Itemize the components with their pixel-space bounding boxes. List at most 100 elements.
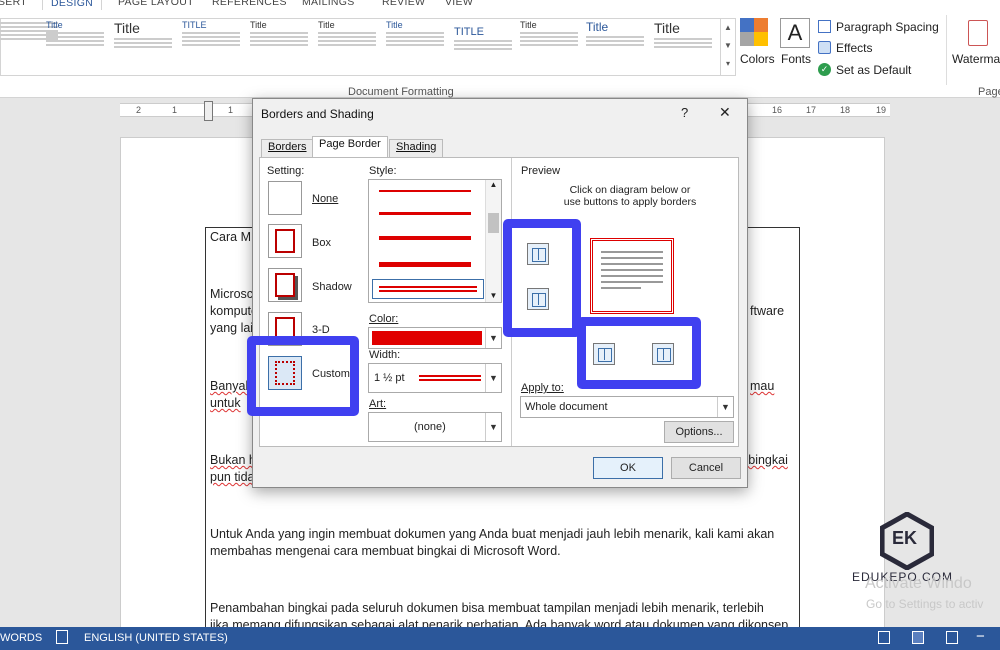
width-label: Width: (369, 349, 401, 361)
doc-text: yang lai (210, 321, 254, 335)
style-option[interactable] (379, 262, 471, 267)
preview-hint: use buttons to apply borders (563, 196, 697, 208)
doc-text: Banyak (210, 379, 252, 393)
ruler-number: 19 (876, 105, 887, 115)
tab-mailings[interactable]: MAILINGS (302, 0, 355, 8)
effects-button[interactable]: Effects (836, 41, 872, 55)
doc-text: ftware (750, 304, 785, 318)
color-label: Color: (369, 313, 399, 325)
tab-insert[interactable]: SERT (0, 0, 27, 8)
style-thumb[interactable]: Title (318, 20, 382, 74)
style-thumb[interactable]: Title (250, 20, 314, 74)
tab-references[interactable]: REFERENCES (212, 0, 287, 8)
apply-to-label: Apply to: (521, 382, 564, 394)
art-label: Art: (369, 398, 387, 410)
style-thumb[interactable]: Title (586, 20, 650, 74)
effects-icon (818, 41, 831, 54)
chevron-down-icon: ▼ (485, 364, 501, 392)
tab-page-layout[interactable]: PAGE LAYOUT (118, 0, 194, 8)
help-icon[interactable]: ? (681, 105, 688, 120)
dialog-title: Borders and Shading (261, 107, 374, 121)
tab-shading[interactable]: Shading (389, 139, 444, 157)
none-setting-icon[interactable] (268, 181, 302, 215)
style-thumb[interactable]: Title (654, 20, 718, 74)
web-layout-icon[interactable] (946, 631, 958, 644)
tab-borders[interactable]: Borders (261, 139, 314, 157)
style-thumb[interactable]: Title (46, 20, 110, 74)
preview-label: Preview (521, 165, 561, 177)
edukepo-logo: EK (879, 511, 935, 571)
zoom-out-icon[interactable]: − (976, 628, 985, 645)
box-setting-icon[interactable] (268, 224, 302, 258)
activate-windows-text: Activate Windo (865, 575, 972, 592)
tab-view[interactable]: VIEW (445, 0, 473, 8)
check-icon: ✓ (818, 63, 831, 76)
fonts-icon[interactable]: A (780, 18, 810, 48)
setting-3d[interactable]: 3-D (312, 324, 330, 336)
indent-marker[interactable] (204, 101, 213, 121)
setting-box[interactable]: Box (312, 237, 331, 249)
read-mode-icon[interactable] (878, 631, 890, 644)
style-thumb[interactable]: Title (386, 20, 450, 74)
shadow-setting-icon[interactable] (268, 268, 302, 302)
options-button[interactable]: Options... (664, 421, 734, 443)
style-thumb[interactable]: Title (114, 20, 178, 74)
color-select[interactable]: ▼ (368, 327, 502, 349)
ruler-number: 16 (772, 105, 783, 115)
doc-text: Microsc (210, 287, 254, 301)
width-select[interactable]: 1 ½ pt ▼ (368, 363, 502, 393)
style-list[interactable]: ▲ ▼ (368, 179, 502, 303)
color-swatch (372, 331, 482, 345)
ruler-number: 18 (840, 105, 851, 115)
activate-windows-hint: Go to Settings to activ (866, 597, 984, 611)
preview-hint: Click on diagram below or (569, 184, 691, 196)
highlight-box-custom (247, 336, 359, 416)
chevron-down-icon: ▼ (485, 413, 501, 441)
art-select[interactable]: (none) ▼ (368, 412, 502, 442)
colors-icon[interactable] (740, 18, 770, 48)
set-as-default-button[interactable]: Set as Default (836, 63, 911, 77)
ruler-number: 1 (172, 105, 178, 115)
doc-text: Bukan h (210, 453, 256, 467)
proofing-icon[interactable] (56, 630, 68, 644)
setting-shadow[interactable]: Shadow (312, 281, 352, 293)
doc-text: untuk (210, 396, 241, 410)
watermark-label[interactable]: Waterman (952, 52, 1000, 66)
tab-design[interactable]: DESIGN (42, 0, 103, 10)
style-option[interactable] (379, 190, 471, 192)
ok-button[interactable]: OK (593, 457, 663, 479)
style-thumb[interactable]: TITLE (454, 26, 518, 80)
paragraph-spacing-icon (818, 20, 831, 33)
fonts-label[interactable]: Fonts (781, 52, 811, 66)
style-thumb[interactable]: TITLE (182, 20, 246, 74)
ribbon: SERT DESIGN PAGE LAYOUT REFERENCES MAILI… (0, 0, 1000, 98)
status-bar: WORDS ENGLISH (UNITED STATES) − (0, 627, 1000, 650)
width-value: 1 ½ pt (374, 372, 405, 384)
apply-to-select[interactable]: Whole document ▼ (520, 396, 734, 418)
tab-review[interactable]: REVIEW (382, 0, 425, 8)
setting-none[interactable]: None (312, 193, 338, 205)
tab-page-border[interactable]: Page Border (312, 136, 388, 157)
doc-text: Cara M (210, 230, 251, 244)
gallery-scroll[interactable]: ▲ ▼ ▾ (720, 19, 735, 75)
selected-style[interactable] (372, 279, 484, 299)
paragraph-spacing-button[interactable]: Paragraph Spacing (836, 20, 939, 34)
ruler-number: 17 (806, 105, 817, 115)
colors-label[interactable]: Colors (740, 52, 775, 66)
cancel-button[interactable]: Cancel (671, 457, 741, 479)
language-indicator[interactable]: ENGLISH (UNITED STATES) (84, 632, 228, 644)
word-count[interactable]: WORDS (0, 632, 42, 644)
preview-diagram[interactable] (590, 238, 674, 314)
style-option[interactable] (379, 212, 471, 215)
watermark-icon[interactable] (968, 20, 988, 46)
style-scrollbar[interactable]: ▲ ▼ (485, 180, 501, 302)
style-option[interactable] (379, 236, 471, 240)
style-thumb[interactable]: Title (520, 20, 584, 74)
ruler-number: 2 (136, 105, 142, 115)
document-formatting-label: Document Formatting (348, 86, 454, 98)
page-background-label: Page (978, 86, 1000, 98)
close-icon[interactable]: ✕ (719, 104, 731, 121)
print-layout-icon[interactable] (912, 631, 924, 644)
art-value: (none) (414, 421, 446, 433)
doc-text: Penambahan bingkai pada seluruh dokumen … (210, 601, 764, 615)
